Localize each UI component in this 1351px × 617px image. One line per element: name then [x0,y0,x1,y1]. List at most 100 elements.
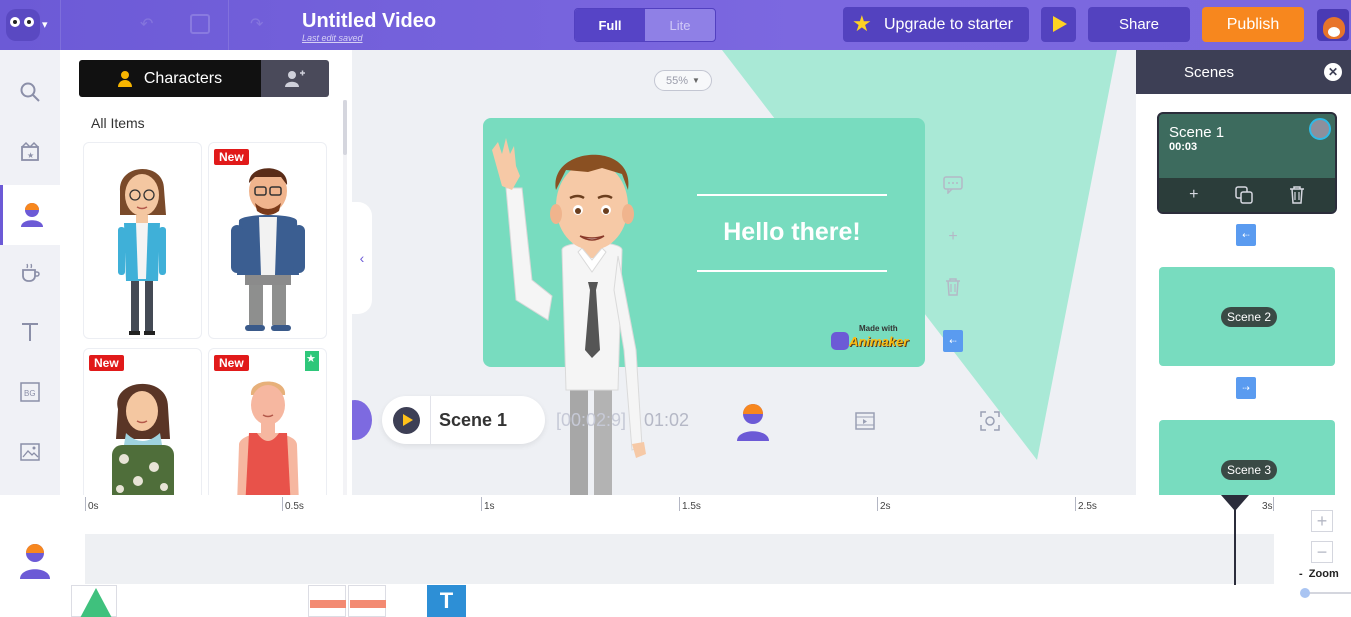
video-frame-icon[interactable] [854,410,876,432]
user-avatar[interactable] [1317,9,1349,41]
chevron-down-icon: ▼ [692,76,700,85]
character-icon [20,203,43,227]
animaker-watermark: Made with Animaker [831,324,911,352]
tab-add-character[interactable] [261,60,329,97]
publish-button[interactable]: Publish [1202,7,1304,42]
divider-line-bottom[interactable] [697,270,887,272]
character-card[interactable]: New [208,142,327,339]
character-card[interactable]: New [83,348,202,495]
svg-text:BG: BG [24,389,36,398]
tick-label: 3s [1262,501,1273,512]
scene-card[interactable]: Scene 2 [1159,267,1335,366]
character-card[interactable]: New [208,348,327,495]
app-root: ▾ ↶ ↷ Untitled Video Last edit saved Ful… [0,0,1351,617]
rail-props[interactable] [0,242,60,302]
rail-images[interactable] [0,422,60,482]
zoom-value: 55% [666,74,689,87]
zoom-slider[interactable] [1300,588,1351,598]
scene-label: Scene 1 [439,410,508,430]
duplicate-icon[interactable] [190,14,210,34]
share-button[interactable]: Share [1088,7,1190,42]
mode-toggle[interactable]: Full Lite [574,8,716,42]
asset-thumbnail[interactable] [308,585,346,617]
chevron-left-icon: ‹ [359,250,365,266]
trash-icon[interactable] [942,276,964,298]
scenes-panel: Scenes ✕ Scene 1 00:03 + ⇠ Scene 2 ⇢ Sce… [1136,50,1351,495]
library-tabs: Characters [79,60,329,97]
scene-time: 00:03 [1169,141,1198,153]
zoom-out-button[interactable]: − [1311,541,1333,563]
watermark-made-with: Made with [859,324,898,333]
watermark-brand: Animaker [849,334,909,349]
tab-characters[interactable]: Characters [79,60,261,97]
upgrade-button[interactable]: ★ Upgrade to starter [843,7,1029,42]
character-card[interactable] [83,142,202,339]
asset-thumbnail[interactable] [348,585,386,617]
chevron-down-icon[interactable]: ▾ [42,18,48,31]
rail-text[interactable] [0,302,60,362]
library-scrollbar[interactable] [343,100,347,495]
scene-name: Scene 2 [1221,307,1278,327]
stage-canvas[interactable]: Hello there! Made with Animaker [483,118,925,367]
timeline: 0s 0.5s 1s 1.5s 2s 2.5s 3s + − - Zoom T [0,495,1351,617]
tick-label: 0.5s [285,501,304,512]
tick-label: 0s [88,501,99,512]
scene-duration: 01:02 [644,410,690,430]
undo-icon[interactable]: ↶ [140,14,160,34]
watermark-logo-icon [831,332,849,350]
library-panel: Characters All Items New New New ★ [60,50,352,495]
scene-card[interactable]: Scene 3 [1159,420,1335,495]
star-icon: ★ [852,11,872,36]
rail-background[interactable]: BG [0,362,60,422]
collapse-panel-button[interactable]: ‹ [352,202,372,314]
transition-arrow-icon[interactable]: ⇠ [1236,224,1256,246]
svg-text:★: ★ [27,151,34,160]
tick-label: 2.5s [1078,501,1097,512]
text-asset-icon[interactable]: T [427,585,466,617]
search-icon [20,82,40,102]
tick-label: 1.5s [682,501,701,512]
scene-name: Scene 3 [1221,460,1278,480]
add-scene-icon[interactable]: + [1189,186,1198,204]
props-icon [22,263,40,282]
character-track[interactable] [85,534,1274,584]
scene-name: Scene 1 [1169,124,1225,141]
divider-line-top[interactable] [697,194,887,196]
comment-icon[interactable] [942,174,964,196]
transition-arrow-icon[interactable]: ⇢ [1236,377,1256,399]
mode-lite-button[interactable]: Lite [645,9,715,41]
playhead-handle[interactable] [1221,495,1249,511]
rail-scenes[interactable]: ★ [0,122,60,182]
camera-focus-icon[interactable] [980,411,1000,431]
video-title[interactable]: Untitled Video [302,10,436,33]
mode-full-button[interactable]: Full [575,9,645,41]
asset-thumbnail[interactable] [71,585,117,617]
delete-scene-icon[interactable] [1289,186,1305,204]
rail-search[interactable] [0,62,60,122]
play-icon[interactable] [393,407,420,434]
redo-icon[interactable]: ↷ [250,14,270,34]
person-icon [117,70,132,87]
transition-arrow-icon[interactable]: ⇠ [943,330,963,352]
zoom-label: - Zoom [1299,568,1339,580]
close-icon[interactable]: ✕ [1324,63,1342,81]
scenes-title: Scenes [1184,63,1235,81]
character-icon[interactable] [736,402,770,442]
section-label: All Items [91,115,145,131]
scene-card-active[interactable]: Scene 1 00:03 + [1157,112,1337,214]
app-logo-icon[interactable] [6,9,40,41]
preview-play-button[interactable] [1041,7,1076,42]
duplicate-scene-icon[interactable] [1234,186,1253,204]
hello-text[interactable]: Hello there! [697,218,887,247]
line-asset-icon [350,600,386,608]
zoom-in-button[interactable]: + [1311,510,1333,532]
save-status[interactable]: Last edit saved [302,33,363,43]
character-woman-image [118,168,166,335]
triangle-asset-icon [80,588,112,617]
zoom-minus-label: - [1299,568,1303,580]
premium-star-icon [305,351,319,371]
rail-characters[interactable] [0,185,60,245]
zoom-dropdown[interactable]: 55% ▼ [654,70,712,91]
add-icon[interactable]: + [942,226,964,248]
scene-control-pill[interactable]: Scene 1 [382,396,545,444]
